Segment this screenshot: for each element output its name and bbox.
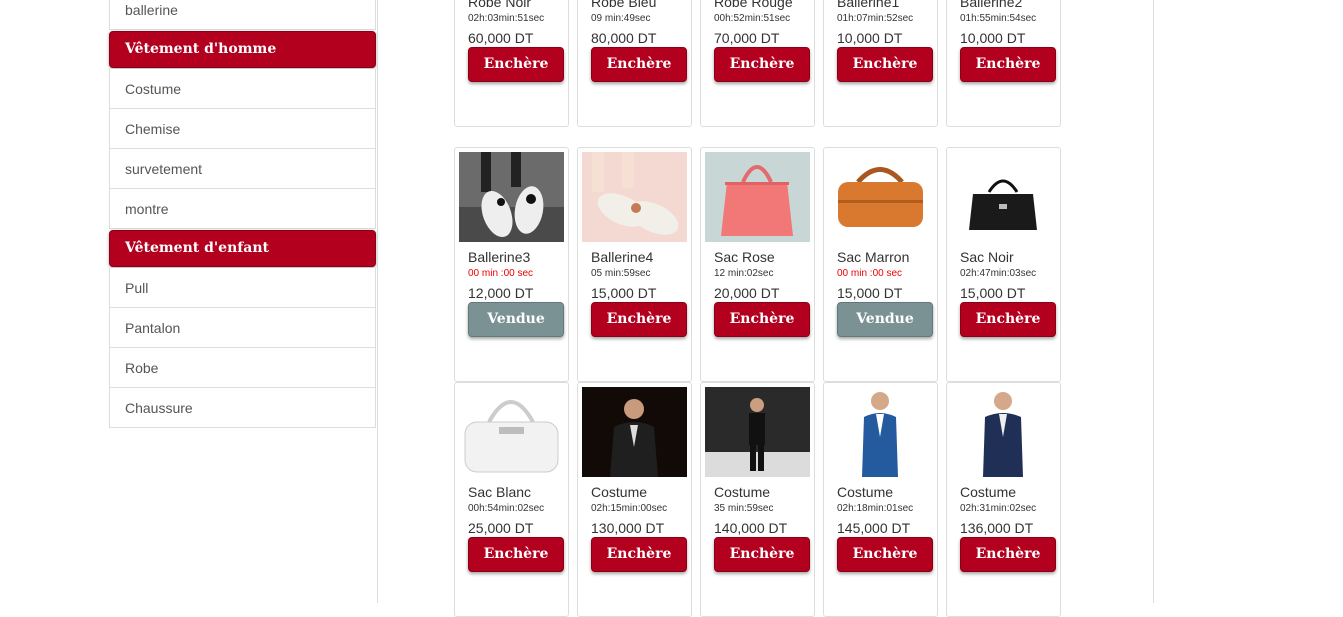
product-card: Sac Blanc 00h:54min:02sec 25,000 DT Enchère	[454, 382, 569, 617]
product-name: Ballerine3	[468, 249, 531, 265]
product-price: 10,000 DT	[837, 30, 903, 46]
product-price: 15,000 DT	[837, 285, 903, 301]
sidebar-item-chemise[interactable]: Chemise	[109, 109, 376, 149]
product-name: Ballerine2	[960, 0, 1023, 10]
sidebar-item-survetement[interactable]: survetement	[109, 149, 376, 189]
product-name: Sac Blanc	[468, 484, 532, 500]
bid-button[interactable]: Enchère	[591, 537, 687, 572]
product-name: Sac Marron	[837, 249, 910, 265]
auction-timer: 00 min :00 sec	[468, 268, 534, 279]
product-card: Ballerine2 01h:55min:54sec 10,000 DT Enchèr…	[946, 0, 1061, 127]
product-name: Ballerine4	[591, 249, 654, 265]
bid-button[interactable]: Enchère	[714, 302, 810, 337]
sidebar-item-pantalon[interactable]: Pantalon	[109, 308, 376, 348]
content-right-border	[1153, 0, 1154, 603]
product-card: Robe Rouge 00h:52min:51sec 70,000 DT Enchèr…	[700, 0, 815, 127]
product-image[interactable]	[951, 387, 1056, 477]
product-image[interactable]	[951, 152, 1056, 242]
product-price: 130,000 DT	[591, 520, 665, 536]
bid-button[interactable]: Enchère	[468, 47, 564, 82]
product-card: Ballerine3 00 min :00 sec 12,000 DT Vendue	[454, 147, 569, 382]
product-card: Ballerine4 05 min:59sec 15,000 DT Enchère	[577, 147, 692, 382]
product-price: 136,000 DT	[960, 520, 1034, 536]
product-name: Sac Rose	[714, 249, 775, 265]
product-card: Costume 35 min:59sec 140,000 DT Enchère	[700, 382, 815, 617]
auction-timer: 01h:55min:54sec	[960, 13, 1037, 24]
product-name: Ballerine1	[837, 0, 900, 10]
auction-timer: 02h:15min:00sec	[591, 503, 668, 514]
product-image[interactable]	[582, 152, 687, 242]
product-card: Sac Noir 02h:47min:03sec 15,000 DT Enchère	[946, 147, 1061, 382]
product-card: Costume 02h:15min:00sec 130,000 DT Enchère	[577, 382, 692, 617]
product-price: 10,000 DT	[960, 30, 1026, 46]
product-price: 140,000 DT	[714, 520, 788, 536]
auction-timer: 02h:18min:01sec	[837, 503, 914, 514]
product-name: Sac Noir	[960, 249, 1014, 265]
product-name: Robe Rouge	[714, 0, 793, 10]
bid-button[interactable]: Enchère	[714, 537, 810, 572]
product-card: Sac Rose 12 min:02sec 20,000 DT Enchère	[700, 147, 815, 382]
product-price: 20,000 DT	[714, 285, 780, 301]
product-card: Ballerine1 01h:07min:52sec 10,000 DT Enchèr…	[823, 0, 938, 127]
product-image[interactable]	[705, 387, 810, 477]
auction-timer: 02h:31min:02sec	[960, 503, 1037, 514]
product-card: Sac Marron 00 min :00 sec 15,000 DT Vendue	[823, 147, 938, 382]
sidebar-item-montre[interactable]: montre	[109, 189, 376, 229]
product-price: 70,000 DT	[714, 30, 780, 46]
bid-button[interactable]: Enchère	[591, 47, 687, 82]
auction-timer: 05 min:59sec	[591, 268, 651, 279]
sidebar-item-pull[interactable]: Pull	[109, 268, 376, 308]
auction-timer: 02h:03min:51sec	[468, 13, 545, 24]
product-image[interactable]	[705, 152, 810, 242]
auction-timer: 35 min:59sec	[714, 503, 774, 514]
product-card: Robe Noir 02h:03min:51sec 60,000 DT Enchère	[454, 0, 569, 127]
product-card: Costume 02h:18min:01sec 145,000 DT Enchère	[823, 382, 938, 617]
product-image[interactable]	[828, 152, 933, 242]
product-image[interactable]	[459, 152, 564, 242]
bid-button[interactable]: Enchère	[960, 302, 1056, 337]
product-image[interactable]	[828, 387, 933, 477]
product-image[interactable]	[459, 387, 564, 477]
sidebar-item-robe[interactable]: Robe	[109, 348, 376, 388]
product-price: 15,000 DT	[960, 285, 1026, 301]
auction-timer: 01h:07min:52sec	[837, 13, 914, 24]
auction-timer: 12 min:02sec	[714, 268, 774, 279]
sidebar-item-costume[interactable]: Costume	[109, 69, 376, 109]
product-name: Costume	[591, 484, 648, 500]
content-left-border	[377, 0, 378, 603]
auction-timer: 00h:54min:02sec	[468, 503, 545, 514]
product-name: Robe Bleu	[591, 0, 657, 10]
bid-button[interactable]: Enchère	[960, 47, 1056, 82]
product-price: 145,000 DT	[837, 520, 911, 536]
product-price: 80,000 DT	[591, 30, 657, 46]
product-price: 12,000 DT	[468, 285, 534, 301]
product-price: 15,000 DT	[591, 285, 657, 301]
auction-timer: 09 min:49sec	[591, 13, 651, 24]
product-image[interactable]	[582, 387, 687, 477]
auction-timer: 00h:52min:51sec	[714, 13, 791, 24]
product-price: 60,000 DT	[468, 30, 534, 46]
auction-timer: 00 min :00 sec	[837, 268, 903, 279]
product-card: Robe Bleu 09 min:49sec 80,000 DT Enchère	[577, 0, 692, 127]
bid-button[interactable]: Enchère	[714, 47, 810, 82]
sold-button[interactable]: Vendue	[837, 302, 933, 337]
product-name: Costume	[837, 484, 894, 500]
sold-button[interactable]: Vendue	[468, 302, 564, 337]
product-card: Costume 02h:31min:02sec 136,000 DT Enchère	[946, 382, 1061, 617]
category-sidebar: ballerine Vêtement d'homme Costume Chemi…	[109, 0, 376, 428]
bid-button[interactable]: Enchère	[837, 537, 933, 572]
bid-button[interactable]: Enchère	[468, 537, 564, 572]
product-name: Costume	[714, 484, 771, 500]
product-name: Costume	[960, 484, 1017, 500]
sidebar-header-men[interactable]: Vêtement d'homme	[109, 31, 376, 68]
sidebar-header-kids[interactable]: Vêtement d'enfant	[109, 230, 376, 267]
product-name: Robe Noir	[468, 0, 532, 10]
bid-button[interactable]: Enchère	[837, 47, 933, 82]
sidebar-item-ballerine[interactable]: ballerine	[109, 0, 376, 30]
auction-timer: 02h:47min:03sec	[960, 268, 1037, 279]
bid-button[interactable]: Enchère	[591, 302, 687, 337]
product-price: 25,000 DT	[468, 520, 534, 536]
sidebar-item-chaussure[interactable]: Chaussure	[109, 388, 376, 428]
bid-button[interactable]: Enchère	[960, 537, 1056, 572]
